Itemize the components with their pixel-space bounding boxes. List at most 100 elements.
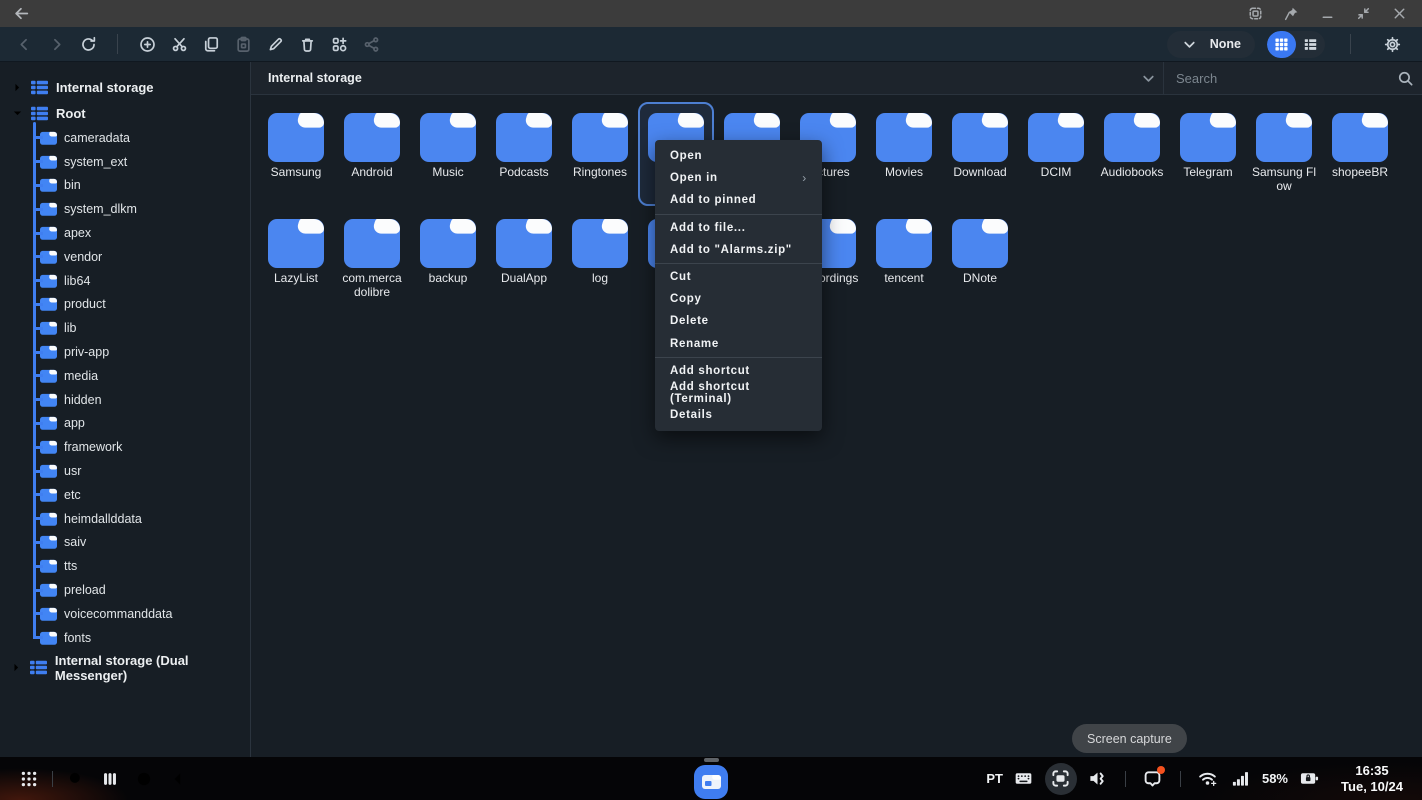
folder-tile-tencent[interactable]: tencent	[866, 208, 942, 312]
context-menu-item-copy[interactable]: Copy	[655, 288, 822, 310]
context-menu-item-add-to-alarms-zip[interactable]: Add to "Alarms.zip"	[655, 239, 822, 261]
folder-tile-DualApp[interactable]: DualApp	[486, 208, 562, 312]
sidebar-folder-apex[interactable]: apex	[0, 221, 250, 245]
folder-tile-Audiobooks[interactable]: Audiobooks	[1094, 102, 1170, 206]
language-indicator[interactable]: PT	[986, 771, 1003, 786]
folder-tile-Download[interactable]: Download	[942, 102, 1018, 206]
context-menu-item-delete[interactable]: Delete	[655, 310, 822, 332]
sidebar-folder-preload[interactable]: preload	[0, 578, 250, 602]
folder-tile-LazyList[interactable]: LazyList	[258, 208, 334, 312]
signal-icon[interactable]	[1229, 764, 1253, 794]
back-arrow-icon[interactable]	[8, 3, 34, 25]
restore-icon[interactable]	[1350, 3, 1376, 25]
sidebar-folder-heimdallddata[interactable]: heimdallddata	[0, 507, 250, 531]
cut-button[interactable]	[163, 30, 195, 58]
back-nav-button[interactable]	[161, 762, 195, 796]
add-button[interactable]	[131, 30, 163, 58]
home-button[interactable]	[127, 762, 161, 796]
list-view-button[interactable]	[1296, 31, 1325, 58]
chevron-down-icon[interactable]	[9, 105, 25, 121]
folder-tile-Music[interactable]: Music	[410, 102, 486, 206]
chevron-right-icon[interactable]	[9, 79, 25, 95]
sidebar-folder-lib[interactable]: lib	[0, 316, 250, 340]
folder-tile-Samsung Flow[interactable]: Samsung Flow	[1246, 102, 1322, 206]
sidebar-folder-etc[interactable]: etc	[0, 483, 250, 507]
sort-dropdown[interactable]: None	[1167, 31, 1255, 58]
sidebar-folder-saiv[interactable]: saiv	[0, 531, 250, 555]
settings-button[interactable]	[1376, 30, 1408, 58]
recents-button[interactable]	[93, 762, 127, 796]
sidebar-folder-vendor[interactable]: vendor	[0, 245, 250, 269]
sidebar-folder-tts[interactable]: tts	[0, 554, 250, 578]
folder-icon	[40, 488, 57, 502]
search-button[interactable]	[59, 762, 93, 796]
battery-icon[interactable]	[1297, 764, 1321, 794]
breadcrumb[interactable]: Internal storage	[251, 71, 362, 85]
sidebar-folder-app[interactable]: app	[0, 412, 250, 436]
folder-tile-DCIM[interactable]: DCIM	[1018, 102, 1094, 206]
folder-tile-DNote[interactable]: DNote	[942, 208, 1018, 312]
taskbar: PT 58% 16:35Tue, 10/24	[0, 757, 1422, 800]
wifi-icon[interactable]	[1196, 764, 1220, 794]
sidebar-folder-voicecommanddata[interactable]: voicecommanddata	[0, 602, 250, 626]
add-shortcut-button[interactable]	[323, 30, 355, 58]
notifications-icon[interactable]	[1141, 764, 1165, 794]
edit-button[interactable]	[259, 30, 291, 58]
folder-tile-Ringtones[interactable]: Ringtones	[562, 102, 638, 206]
sidebar-folder-lib64[interactable]: lib64	[0, 269, 250, 293]
sidebar-folder-cameradata[interactable]: cameradata	[0, 126, 250, 150]
chevron-right-icon[interactable]	[9, 660, 24, 676]
context-menu-item-add-to-file[interactable]: Add to file...	[655, 217, 822, 239]
sidebar-folder-priv-app[interactable]: priv-app	[0, 340, 250, 364]
context-menu-item-open-in[interactable]: Open in ›	[655, 167, 822, 189]
context-menu-item-add-to-pinned[interactable]: Add to pinned	[655, 189, 822, 211]
volume-vibrate-icon[interactable]	[1086, 764, 1110, 794]
apps-grid-button[interactable]	[12, 762, 46, 796]
path-dropdown-button[interactable]	[1133, 70, 1163, 87]
taskbar-app-my-files[interactable]	[691, 757, 731, 800]
screen-capture-icon[interactable]	[1045, 763, 1077, 795]
context-menu-item-rename[interactable]: Rename	[655, 333, 822, 355]
refresh-button[interactable]	[72, 30, 104, 58]
context-menu-item-add-shortcut-terminal[interactable]: Add shortcut (Terminal)	[655, 382, 822, 404]
folder-tile-Movies[interactable]: Movies	[866, 102, 942, 206]
keyboard-icon[interactable]	[1012, 764, 1036, 794]
sidebar-folder-framework[interactable]: framework	[0, 435, 250, 459]
sidebar-folder-hidden[interactable]: hidden	[0, 388, 250, 412]
sidebar-item-internal-storage-dual[interactable]: Internal storage (Dual Messenger)	[0, 655, 250, 681]
battery-percent-label[interactable]: 58%	[1262, 771, 1288, 786]
clock[interactable]: 16:35Tue, 10/24	[1332, 763, 1412, 794]
sidebar-folder-usr[interactable]: usr	[0, 459, 250, 483]
folder-tile-Telegram[interactable]: Telegram	[1170, 102, 1246, 206]
pin-icon[interactable]	[1278, 3, 1304, 25]
sidebar-item-internal-storage[interactable]: Internal storage	[0, 74, 250, 100]
sidebar-folder-fonts[interactable]: fonts	[0, 626, 250, 650]
sidebar-folder-system_ext[interactable]: system_ext	[0, 150, 250, 174]
minimize-icon[interactable]	[1314, 3, 1340, 25]
popup-view-icon[interactable]	[1242, 3, 1268, 25]
search-input[interactable]	[1174, 70, 1397, 87]
folder-tile-backup[interactable]: backup	[410, 208, 486, 312]
folder-tile-Podcasts[interactable]: Podcasts	[486, 102, 562, 206]
delete-button[interactable]	[291, 30, 323, 58]
folder-tile-shopeeBR[interactable]: shopeeBR	[1322, 102, 1398, 206]
context-menu-item-cut[interactable]: Cut	[655, 266, 822, 288]
my-files-app-icon[interactable]	[694, 765, 728, 799]
context-menu-item-add-shortcut[interactable]: Add shortcut	[655, 360, 822, 382]
folder-tile-Samsung[interactable]: Samsung	[258, 102, 334, 206]
sidebar-folder-product[interactable]: product	[0, 293, 250, 317]
search-icon[interactable]	[1397, 70, 1414, 87]
folder-tile-log[interactable]: log	[562, 208, 638, 312]
context-menu-item-open[interactable]: Open	[655, 145, 822, 167]
folder-tile-com.mercadolibre[interactable]: com.mercadolibre	[334, 208, 410, 312]
copy-button[interactable]	[195, 30, 227, 58]
folder-tile-Android[interactable]: Android	[334, 102, 410, 206]
context-menu-item-details[interactable]: Details	[655, 404, 822, 426]
sidebar-folder-bin[interactable]: bin	[0, 174, 250, 198]
folder-label: lib64	[64, 274, 90, 288]
grid-view-button[interactable]	[1267, 31, 1296, 58]
sidebar-folder-media[interactable]: media	[0, 364, 250, 388]
sidebar-folder-system_dlkm[interactable]: system_dlkm	[0, 197, 250, 221]
close-icon[interactable]	[1386, 3, 1412, 25]
sidebar-item-root[interactable]: Root	[0, 100, 250, 126]
